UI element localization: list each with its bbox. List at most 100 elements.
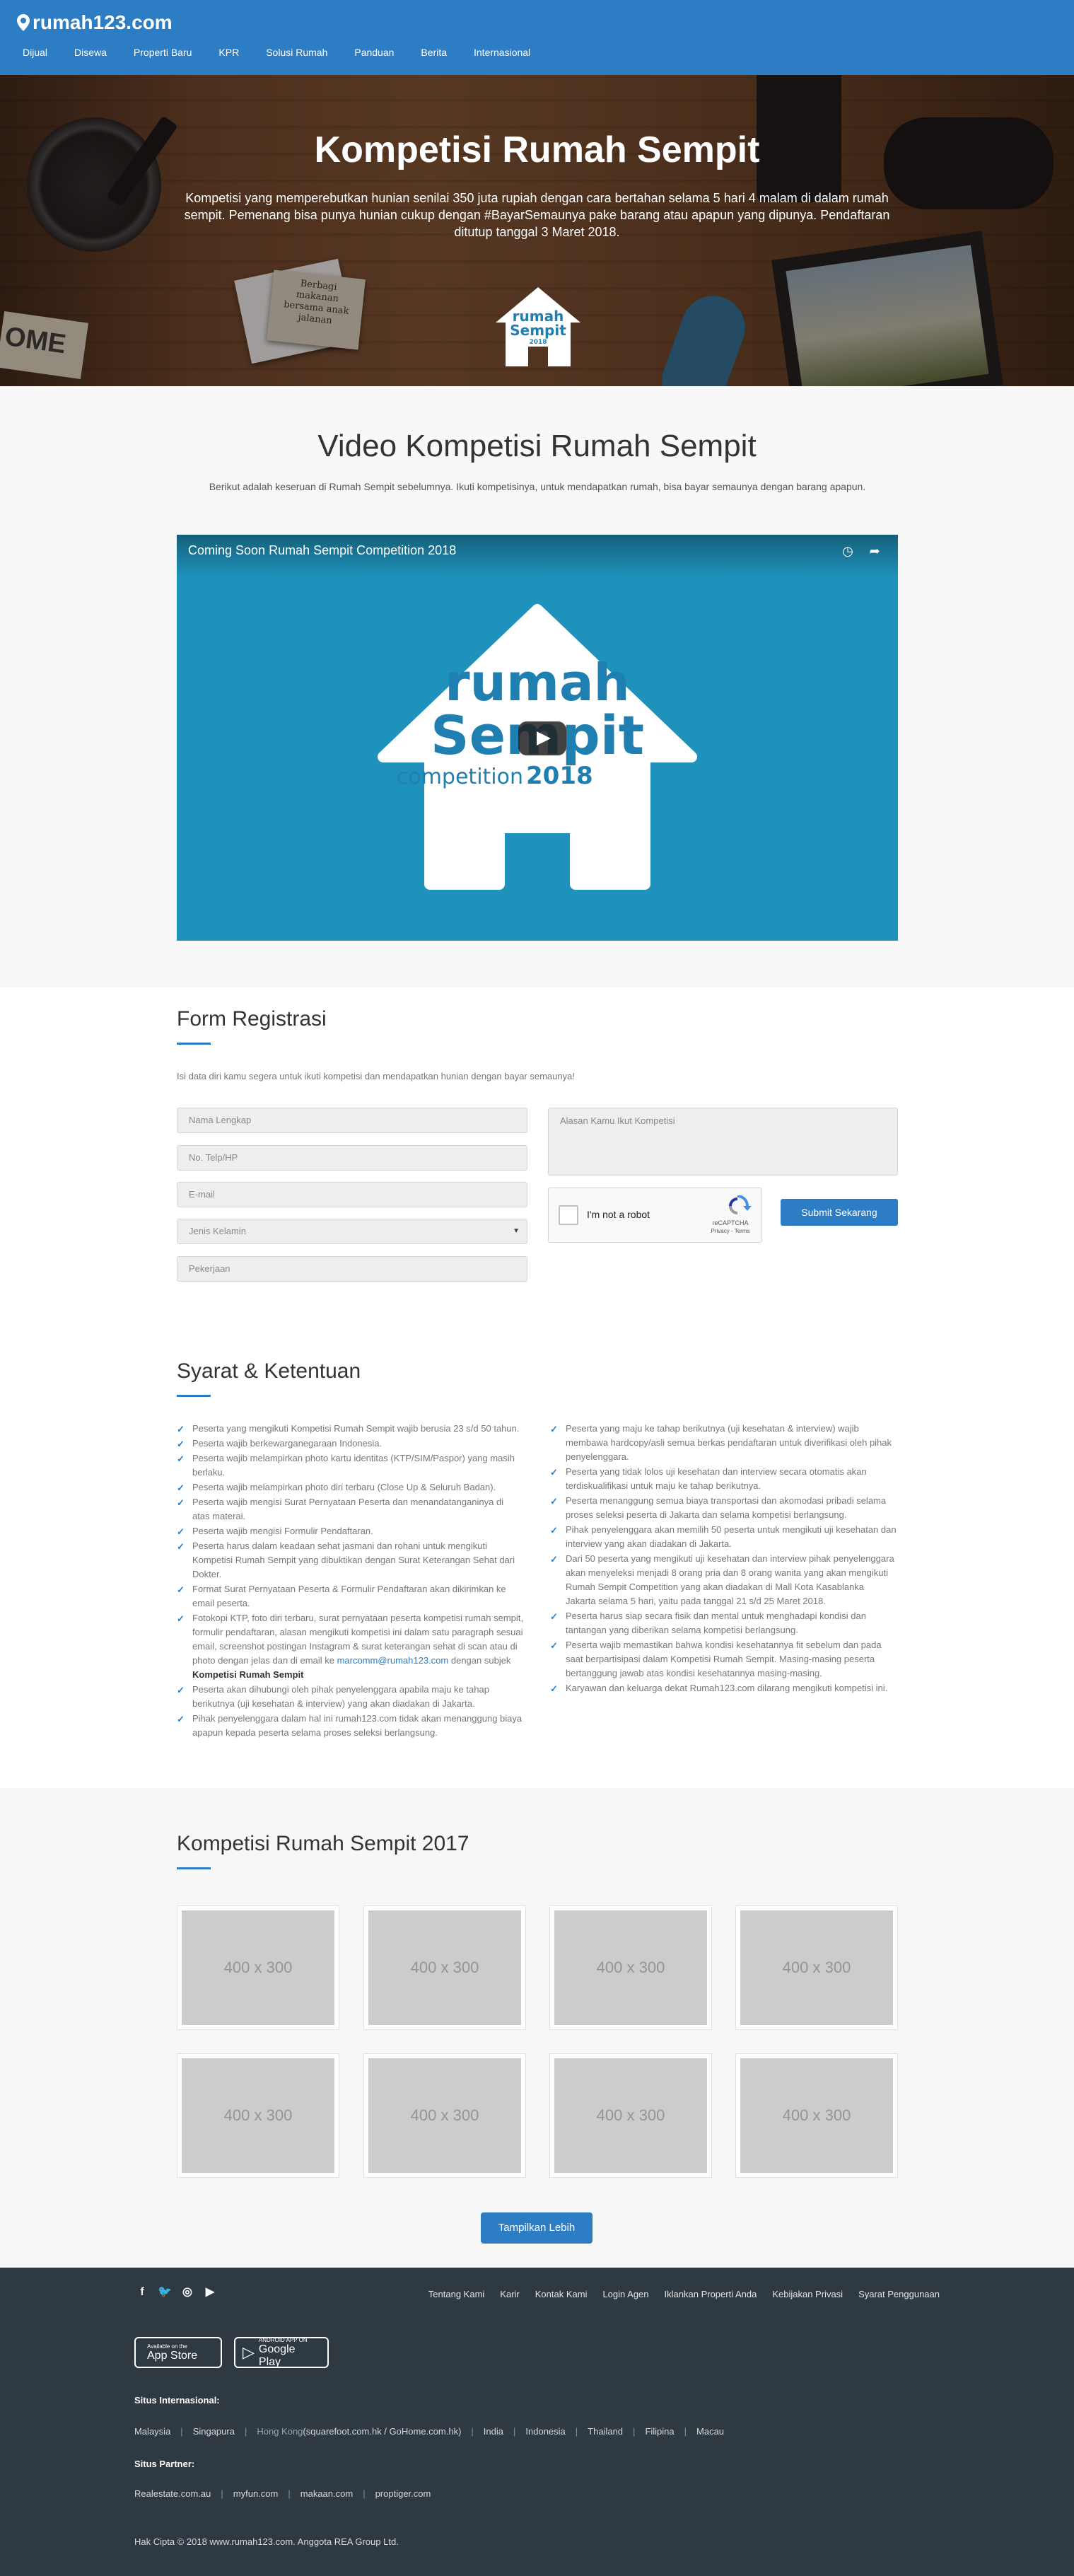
reason-textarea[interactable]: Alasan Kamu Ikut Kompetisi (548, 1108, 898, 1176)
share-arrow-icon[interactable]: ➦ (867, 543, 882, 559)
thumbnail-placeholder: 400 x 300 (554, 1910, 707, 2025)
list-item: ✓ Peserta wajib melampirkan photo diri te… (177, 1480, 523, 1495)
facebook-icon[interactable]: f (134, 2285, 150, 2300)
google-play-icon: ▷ (243, 2343, 255, 2361)
check-icon: ✓ (177, 1424, 185, 1434)
site-footer (0, 2268, 1074, 2576)
partner-link-myfun[interactable]: myfun.com (233, 2488, 279, 2499)
list-item: ✓ Peserta wajib melampirkan photo kartu i… (177, 1451, 523, 1480)
partner-link-realestate[interactable]: Realestate.com.au (134, 2488, 211, 2499)
intl-link-indonesia[interactable]: Indonesia (525, 2426, 565, 2437)
footer-link-kontak-kami[interactable]: Kontak Kami (535, 2289, 588, 2299)
check-icon: ✓ (550, 1611, 558, 1622)
gallery-title: Kompetisi Rumah Sempit 2017 (177, 1832, 469, 1855)
gallery-title-underline (177, 1867, 211, 1869)
nav-berita[interactable]: Berita (421, 47, 447, 58)
nav-dijual[interactable]: Dijual (23, 47, 47, 58)
terms-text: Peserta wajib memastikan bahwa kondisi k… (566, 1640, 882, 1678)
check-icon: ✓ (177, 1541, 185, 1552)
check-icon: ✓ (177, 1584, 185, 1595)
gallery-thumbnail[interactable]: 400 x 300 (363, 1905, 526, 2030)
nav-panduan[interactable]: Panduan (354, 47, 394, 58)
gallery-thumbnail[interactable]: 400 x 300 (363, 2053, 526, 2178)
phone-field[interactable]: No. Telp/HP (177, 1145, 527, 1171)
chevron-down-icon: ▼ (513, 1227, 520, 1235)
nav-solusi-rumah[interactable]: Solusi Rumah (266, 47, 327, 58)
youtube-icon[interactable]: ▶ (202, 2285, 218, 2300)
footer-link-syarat-penggunaan[interactable]: Syarat Penggunaan (858, 2289, 940, 2299)
check-icon: ✓ (177, 1497, 185, 1508)
footer-link-login-agen[interactable]: Login Agen (602, 2289, 648, 2299)
marcomm-email-link[interactable]: marcomm@rumah123.com (337, 1655, 449, 1666)
check-icon: ✓ (550, 1640, 558, 1651)
list-item: ✓ Peserta harus dalam keadaan sehat jasma… (177, 1539, 523, 1582)
list-item: ✓ Peserta wajib berkewarganegaraan Indone… (177, 1437, 523, 1451)
intl-link-filipina[interactable]: Filipina (645, 2426, 674, 2437)
gallery-thumbnail[interactable]: 400 x 300 (549, 1905, 712, 2030)
recaptcha-brand: reCAPTCHA (712, 1219, 749, 1226)
recaptcha-checkbox[interactable] (559, 1205, 578, 1225)
check-icon: ✓ (177, 1439, 185, 1449)
instagram-icon[interactable]: ◎ (180, 2285, 195, 2300)
google-play-badge[interactable]: ▷ ANDROID APP ON Google Play (234, 2337, 329, 2368)
gallery-thumbnail[interactable]: 400 x 300 (735, 1905, 898, 2030)
gallery-thumbnail[interactable]: 400 x 300 (177, 1905, 339, 2030)
email-field[interactable]: E-mail (177, 1182, 527, 1207)
intl-link-macau[interactable]: Macau (696, 2426, 724, 2437)
check-icon: ✓ (550, 1525, 558, 1536)
nav-kpr[interactable]: KPR (218, 47, 239, 58)
footer-link-iklankan-properti[interactable]: Iklankan Properti Anda (665, 2289, 757, 2299)
check-icon: ✓ (177, 1483, 185, 1493)
terms-text: Dari 50 peserta yang mengikuti uji keseh… (566, 1553, 894, 1606)
intl-hongkong-sites[interactable]: (squarefoot.com.hk / GoHome.com.hk) (303, 2426, 461, 2437)
partner-link-proptiger[interactable]: proptiger.com (375, 2488, 431, 2499)
site-logo[interactable]: rumah123.com (17, 10, 173, 35)
nav-properti-baru[interactable]: Properti Baru (134, 47, 192, 58)
nav-internasional[interactable]: Internasional (474, 47, 530, 58)
nav-disewa[interactable]: Disewa (74, 47, 107, 58)
check-icon: ✓ (177, 1714, 185, 1724)
name-field[interactable]: Nama Lengkap (177, 1108, 527, 1133)
gallery-thumbnail[interactable]: 400 x 300 (177, 2053, 339, 2178)
terms-text: Peserta menanggung semua biaya transport… (566, 1495, 887, 1520)
recaptcha-privacy-terms[interactable]: Privacy - Terms (709, 1228, 752, 1234)
watch-later-clock-icon[interactable]: ◷ (840, 543, 856, 559)
gallery-thumbnail[interactable]: 400 x 300 (549, 2053, 712, 2178)
footer-link-tentang-kami[interactable]: Tentang Kami (428, 2289, 485, 2299)
email-subject: Kompetisi Rumah Sempit (192, 1669, 304, 1680)
list-item: ✓ Format Surat Pernyataan Peserta & Formu… (177, 1582, 523, 1611)
intl-link-india[interactable]: India (484, 2426, 503, 2437)
twitter-icon[interactable]: 🐦 (157, 2285, 173, 2300)
terms-title: Syarat & Ketentuan (177, 1359, 361, 1383)
list-item: ✓ Pihak penyelenggara akan memilih 50 pes… (550, 1523, 897, 1551)
hero-description: Kompetisi yang memperebutkan hunian seni… (184, 191, 890, 239)
video-actions: ◷ ➦ (829, 543, 882, 559)
intl-link-thailand[interactable]: Thailand (588, 2426, 623, 2437)
video-logo-text-bottom-b: 2018 (526, 762, 593, 790)
app-store-badge[interactable]: Available on the App Store (134, 2337, 222, 2368)
copyright-text: Hak Cipta © 2018 www.rumah123.com. Anggo… (134, 2536, 399, 2547)
intl-link-malaysia[interactable]: Malaysia (134, 2426, 170, 2437)
thumbnail-placeholder: 400 x 300 (368, 1910, 521, 2025)
terms-text: Peserta wajib berkewarganegaraan Indones… (192, 1438, 383, 1449)
video-play-button[interactable] (518, 721, 566, 755)
intl-link-singapura[interactable]: Singapura (193, 2426, 235, 2437)
terms-text: Peserta wajib mengisi Formulir Pendaftar… (192, 1526, 373, 1536)
terms-text: Pihak penyelenggara dalam hal ini rumah1… (192, 1713, 523, 1738)
video-caption[interactable]: Coming Soon Rumah Sempit Competition 201… (188, 543, 456, 558)
list-item: ✓ Peserta yang mengikuti Kompetisi Rumah … (177, 1422, 523, 1436)
gallery-thumbnail[interactable]: 400 x 300 (735, 2053, 898, 2178)
youtube-video-player[interactable]: rumah Sempit competition 2018 Coming Soo… (177, 535, 898, 941)
gender-select[interactable]: Jenis Kelamin ▼ (177, 1219, 527, 1244)
thumbnail-placeholder: 400 x 300 (740, 1910, 893, 2025)
recaptcha-widget: I'm not a robot reCAPTCHA Privacy - Term… (548, 1188, 762, 1243)
intl-link-hongkong[interactable]: Hong Kong (257, 2426, 303, 2437)
submit-button[interactable]: Submit Sekarang (781, 1199, 898, 1226)
recaptcha-label: I'm not a robot (587, 1209, 650, 1220)
show-more-button[interactable]: Tampilkan Lebih (481, 2212, 593, 2244)
check-icon: ✓ (550, 1554, 558, 1565)
job-field[interactable]: Pekerjaan (177, 1256, 527, 1282)
partner-link-makaan[interactable]: makaan.com (300, 2488, 353, 2499)
footer-link-karir[interactable]: Karir (500, 2289, 519, 2299)
footer-link-kebijakan-privasi[interactable]: Kebijakan Privasi (772, 2289, 843, 2299)
